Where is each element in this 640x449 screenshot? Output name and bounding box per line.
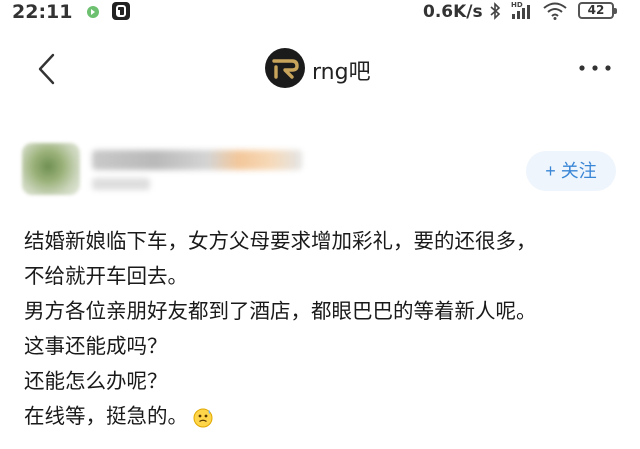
post-line: 这事还能成吗？ — [24, 334, 168, 358]
bluetooth-icon — [490, 2, 501, 20]
app-notification-icon — [87, 6, 99, 18]
post-line: 男方各位亲朋好友都到了酒店，都眼巴巴的等着新人呢。 — [24, 299, 537, 323]
app-notification-icon-2 — [112, 2, 130, 20]
post-line: 不给就开车回去。 — [24, 264, 188, 288]
author-meta-redacted — [92, 178, 150, 190]
post-line: 结婚新娘临下车，女方父母要求增加彩礼，要的还很多， — [24, 229, 537, 253]
avatar[interactable] — [22, 143, 80, 195]
chevron-left-icon[interactable] — [35, 52, 57, 86]
more-dots-icon[interactable] — [578, 63, 612, 73]
svg-text:HD: HD — [511, 1, 523, 9]
forum-logo-icon — [265, 48, 305, 88]
nervous-face-emoji-icon — [193, 408, 213, 428]
post-line-text: 在线等，挺急的。 — [24, 404, 188, 428]
network-speed: 0.6K/s — [423, 2, 483, 22]
post-line: 还能怎么办呢？ — [24, 369, 168, 393]
forum-name[interactable]: rng吧 — [312, 54, 371, 86]
hd-signal-icon: HD — [511, 1, 530, 19]
status-time: 22:11 — [12, 1, 73, 23]
status-bar: 22:11 0.6K/s HD 42 — [0, 0, 640, 26]
post-body: 结婚新娘临下车，女方父母要求增加彩礼，要的还很多， 不给就开车回去。 男方各位亲… — [24, 224, 624, 434]
wifi-icon — [543, 2, 567, 20]
author-name-redacted[interactable] — [92, 150, 302, 170]
follow-button[interactable]: + 关注 — [526, 151, 616, 191]
battery-icon: 42 — [578, 2, 617, 19]
post-line-last: 在线等，挺急的。 — [24, 399, 624, 434]
